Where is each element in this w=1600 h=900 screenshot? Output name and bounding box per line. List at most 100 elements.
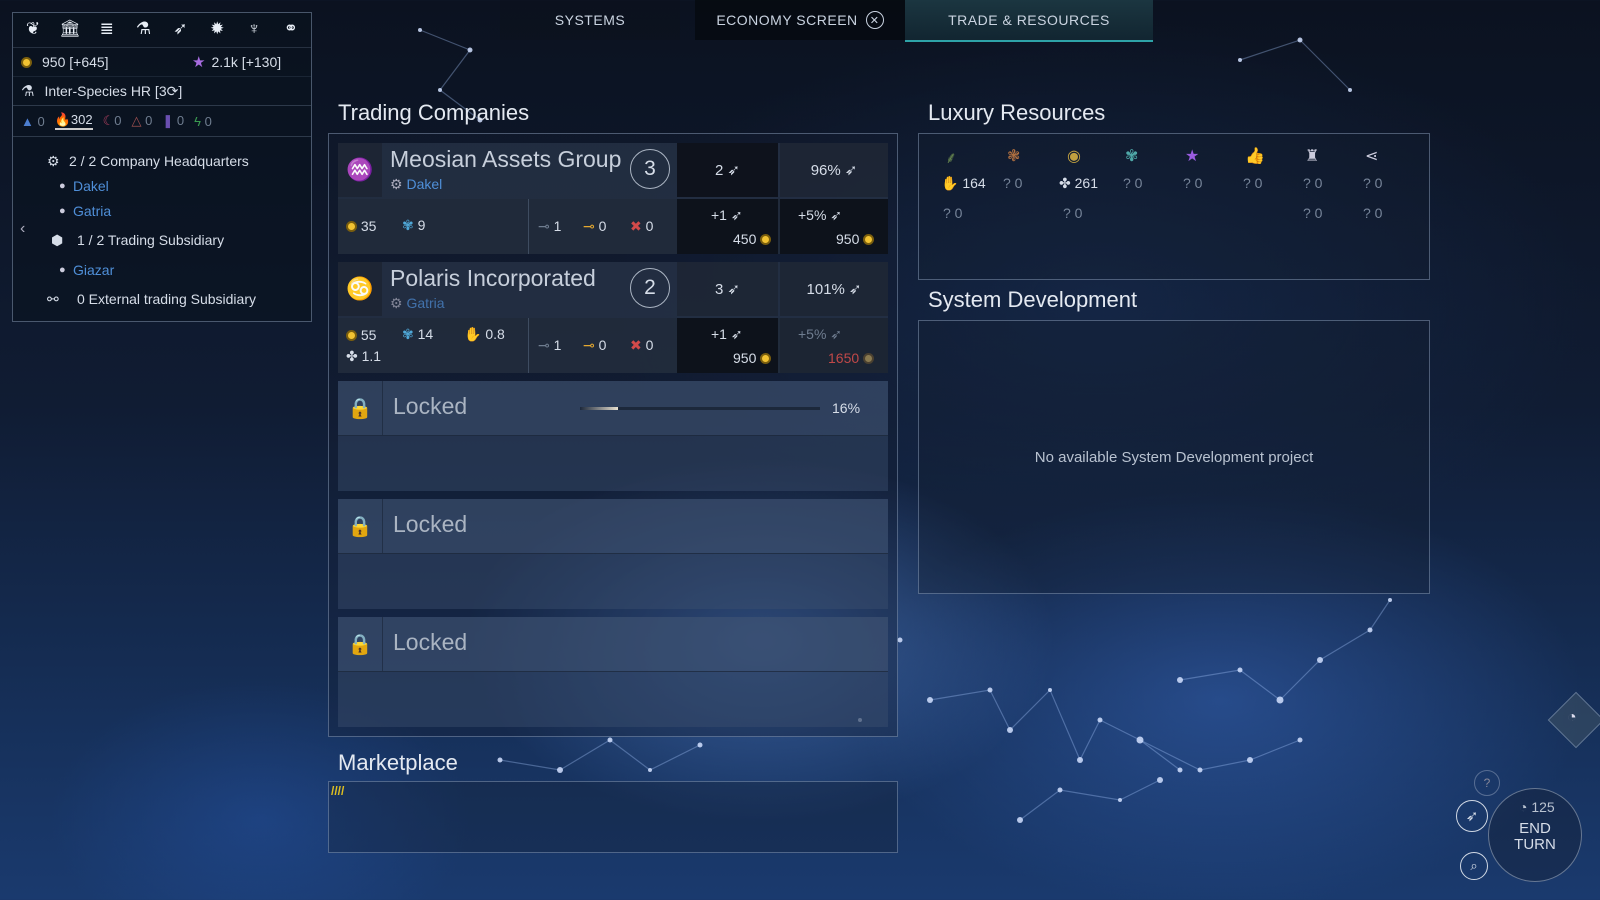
- subsidiary-icon: ⬢: [51, 231, 64, 248]
- subsidiary-system-link[interactable]: ● Giazar: [47, 257, 311, 282]
- science-flask-icon: ⚗: [21, 83, 35, 100]
- drop-icon: ❚: [162, 113, 174, 128]
- end-turn-button[interactable]: ◔ 125 END TURN: [1488, 788, 1582, 882]
- trophy-icon[interactable]: ♆: [240, 19, 268, 47]
- luxury-icon-2: ❃: [1007, 148, 1021, 165]
- tab-systems[interactable]: SYSTEMS: [500, 0, 680, 40]
- hq-system-link[interactable]: ● Dakel: [47, 173, 311, 198]
- luxury-icon-4: ✾: [1125, 148, 1139, 165]
- blocked-icon: ✖: [630, 337, 642, 353]
- lock-icon: 🔒: [338, 617, 383, 671]
- blocked-icon: ✖: [630, 218, 642, 234]
- ship-icon: ➶: [844, 162, 858, 179]
- unlock-progress-value: 16%: [832, 400, 861, 416]
- luxury-value: ? 0: [1363, 205, 1383, 221]
- luxury-value: ? 0: [1303, 175, 1323, 191]
- close-icon[interactable]: ✕: [865, 11, 884, 29]
- science-icon[interactable]: ⚗: [130, 19, 158, 47]
- empire-summary-panel: ❦ 🏛 ≣ ⚗ ➶ ✹ ♆ ⚭ 950 [+645] ★ 2.1k [+130]…: [12, 12, 312, 322]
- bolt-icon: ϟ: [194, 113, 202, 129]
- lock-icon: 🔒: [338, 499, 383, 553]
- dust-icon: [346, 330, 357, 341]
- marketplace-panel[interactable]: ////: [328, 781, 898, 853]
- company-card[interactable]: ♋ Polaris Incorporated ⚙ Gatria 2 3 ➶ 101…: [338, 262, 888, 373]
- dust-icon: [760, 234, 772, 245]
- luxury-value: ? 0: [1183, 175, 1203, 191]
- trade-efficiency: 96% ➶: [780, 143, 888, 197]
- ship-icon: ➶: [727, 162, 740, 179]
- company-emblem-icon: ♒: [338, 143, 382, 197]
- company-hq-link[interactable]: ⚙ Dakel: [390, 176, 442, 193]
- luxury-value: ? 0: [1063, 205, 1083, 221]
- strategic-resources-row: ▲ 0 🔥302 ☾0 △ 0 ❚ 0 ϟ 0: [13, 106, 311, 137]
- hand-icon: ✋: [941, 175, 959, 191]
- company-resource-dust: 55: [346, 327, 376, 343]
- luxury-resources-panel: ⸙ ❃ ◉ ✾ ★ 👍 ♜ ⋖ ✋ 164 ? 0 ✤ 261 ? 0 ? 0 …: [918, 133, 1430, 280]
- company-level-badge: 3: [630, 149, 670, 189]
- system-development-panel: No available System Development project: [918, 320, 1430, 594]
- tab-trade-resources[interactable]: TRADE & RESOURCES: [905, 0, 1153, 42]
- planet-icon: ●: [59, 179, 66, 192]
- trade-route-slots: 2 ➶: [677, 143, 778, 197]
- strategic-auriga: △ 0: [131, 113, 153, 128]
- clock-icon: ◔: [1519, 799, 1528, 815]
- upgrade-efficiency-button[interactable]: +5% ➶ 950: [780, 199, 888, 254]
- trade-route-slots: 3 ➶: [677, 262, 778, 316]
- company-resource-food: ✾ 14: [402, 326, 434, 342]
- hq-icon: ⚙: [390, 176, 407, 192]
- hand-icon: ✋: [464, 326, 482, 342]
- hazard-stripe-icon: ////: [331, 784, 345, 798]
- luxury-icon-8: ⋖: [1365, 148, 1379, 165]
- hq-row: ⚙ 2 / 2 Company Headquarters: [47, 152, 249, 170]
- hq-system-link[interactable]: ● Gatria: [47, 198, 311, 223]
- system-development-empty: No available System Development project: [1034, 448, 1314, 466]
- ship-icon: ➶: [826, 207, 843, 223]
- unlock-progress-bar: [580, 407, 820, 410]
- planet-icon: ●: [59, 204, 66, 217]
- diplomacy-icon[interactable]: ✹: [203, 19, 231, 47]
- company-resource-luxury: ✋ 0.8: [464, 326, 505, 342]
- help-fleet-icon[interactable]: ?: [1474, 770, 1500, 796]
- hq-icon: ⚙: [390, 295, 407, 311]
- collapse-arrow-icon[interactable]: ‹: [20, 220, 25, 238]
- ship-icon: ➶: [848, 281, 862, 298]
- upgrade-efficiency-button[interactable]: +5% ➶ 1650: [780, 318, 888, 373]
- divider: [528, 318, 529, 373]
- company-card[interactable]: ♒ Meosian Assets Group ⚙ Dakel 3 2 ➶ 96% ➶…: [338, 143, 888, 254]
- locked-company-slot: 🔒 Locked 16%: [338, 381, 888, 491]
- upgrade-slots-button[interactable]: +1 ➶ 450: [677, 199, 778, 254]
- planet-icon: ●: [59, 263, 66, 276]
- fleet-icon[interactable]: ➶: [1456, 800, 1488, 832]
- trade-efficiency: 101% ➶: [780, 262, 888, 316]
- tab-economy-screen[interactable]: ECONOMY SCREEN ✕: [695, 0, 905, 40]
- research-value: Inter-Species HR [3⟳]: [44, 82, 183, 99]
- empire-icon-bar: ❦ 🏛 ≣ ⚗ ➶ ✹ ♆ ⚭: [13, 13, 311, 48]
- divider: [528, 199, 529, 254]
- laurel-icon[interactable]: ❦: [19, 19, 47, 47]
- upgrade-slots-button[interactable]: +1 ➶ 950: [677, 318, 778, 373]
- economy-icon[interactable]: ≣: [93, 19, 121, 47]
- military-icon[interactable]: ➶: [166, 19, 194, 47]
- subsidiary-row: ⬢ 1 / 2 Trading Subsidiary: [47, 223, 311, 257]
- locked-label: Locked: [393, 629, 468, 655]
- locked-label: Locked: [393, 511, 468, 537]
- luxury-value: ? 0: [1303, 205, 1323, 221]
- company-name: Meosian Assets Group: [390, 146, 622, 172]
- company-hq-link[interactable]: ⚙ Gatria: [390, 295, 445, 312]
- luxury-value: ? 0: [1243, 175, 1263, 191]
- dust-icon: [21, 56, 32, 68]
- unlock-progress-fill: [580, 407, 619, 410]
- strategic-antimatter: ☾0: [102, 113, 122, 128]
- research-row[interactable]: ⚗ Inter-Species HR [3⟳]: [13, 77, 311, 106]
- route-gold-icon: ⊸: [583, 337, 595, 353]
- search-icon[interactable]: ⌕: [1460, 852, 1488, 880]
- luxury-resources-title: Luxury Resources: [928, 100, 1106, 125]
- company-name: Polaris Incorporated: [390, 265, 596, 291]
- government-icon[interactable]: 🏛: [56, 19, 84, 47]
- trading-companies-title: Trading Companies: [338, 100, 530, 125]
- handshake-icon[interactable]: ⚭: [277, 19, 305, 47]
- route-count-gold: ⊸ 0: [583, 218, 607, 234]
- marketplace-title: Marketplace: [338, 750, 458, 775]
- luxury-icon-1: ⸙: [945, 150, 958, 167]
- lock-icon: 🔒: [338, 381, 383, 435]
